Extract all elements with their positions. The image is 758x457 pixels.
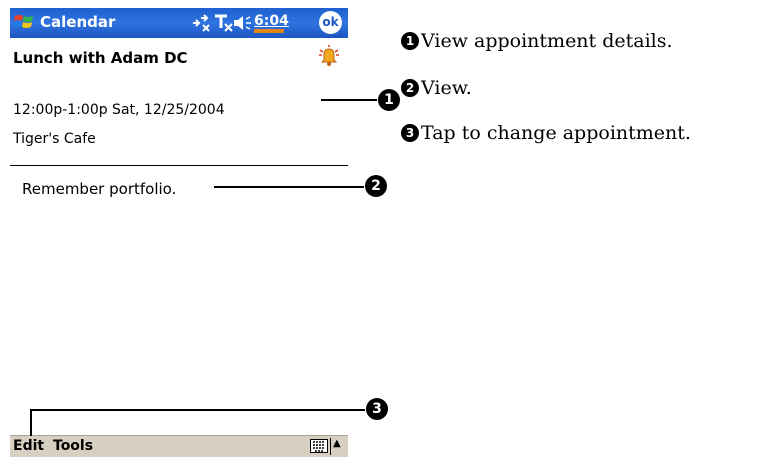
keyboard-icon[interactable] bbox=[310, 439, 328, 453]
input-arrow-icon[interactable]: ▲ bbox=[333, 438, 341, 449]
callout-marker-3: 3 bbox=[366, 398, 388, 420]
callout-marker-1: 1 bbox=[378, 89, 400, 111]
windows-start-icon[interactable] bbox=[13, 11, 35, 33]
divider bbox=[10, 165, 348, 166]
legend-text-2: View. bbox=[421, 77, 472, 99]
speaker-icon[interactable] bbox=[232, 14, 254, 32]
legend-item-2: 2 View. bbox=[401, 77, 472, 99]
appointment-subject: Lunch with Adam DC bbox=[13, 49, 188, 67]
appointment-time: 12:00p-1:00p Sat, 12/25/2004 bbox=[13, 102, 225, 118]
edit-menu[interactable]: Edit bbox=[13, 438, 44, 454]
callout-marker-2: 2 bbox=[365, 175, 387, 197]
menu-bar: Edit Tools ▲ bbox=[10, 435, 348, 457]
appointment-notes[interactable]: Remember portfolio. bbox=[22, 180, 176, 198]
app-title[interactable]: Calendar bbox=[40, 13, 115, 31]
legend-item-3: 3 Tap to change appointment. bbox=[401, 122, 691, 144]
battery-indicator bbox=[254, 29, 284, 33]
callout-line-2 bbox=[214, 186, 364, 188]
title-bar: Calendar 6:04 ok bbox=[10, 8, 348, 38]
ok-button[interactable]: ok bbox=[319, 11, 342, 34]
callout-line-3-vertical bbox=[30, 409, 32, 436]
legend-marker-2: 2 bbox=[401, 79, 419, 97]
clock[interactable]: 6:04 bbox=[254, 13, 289, 29]
alarm-bell-icon bbox=[319, 45, 339, 66]
legend-marker-1: 1 bbox=[401, 32, 419, 50]
callout-line-3 bbox=[30, 409, 365, 411]
legend-text-1: View appointment details. bbox=[421, 30, 673, 52]
pocket-pc-screen: Calendar 6:04 ok Lunch with Adam DC 12:0… bbox=[10, 8, 348, 457]
appointment-location: Tiger's Cafe bbox=[13, 131, 96, 147]
legend-text-3: Tap to change appointment. bbox=[421, 122, 691, 144]
callout-line-1 bbox=[321, 99, 377, 101]
legend-item-1: 1 View appointment details. bbox=[401, 30, 673, 52]
legend-marker-3: 3 bbox=[401, 124, 419, 142]
tools-menu[interactable]: Tools bbox=[53, 438, 93, 454]
input-separator bbox=[330, 438, 331, 455]
connectivity-icon[interactable] bbox=[190, 14, 212, 32]
